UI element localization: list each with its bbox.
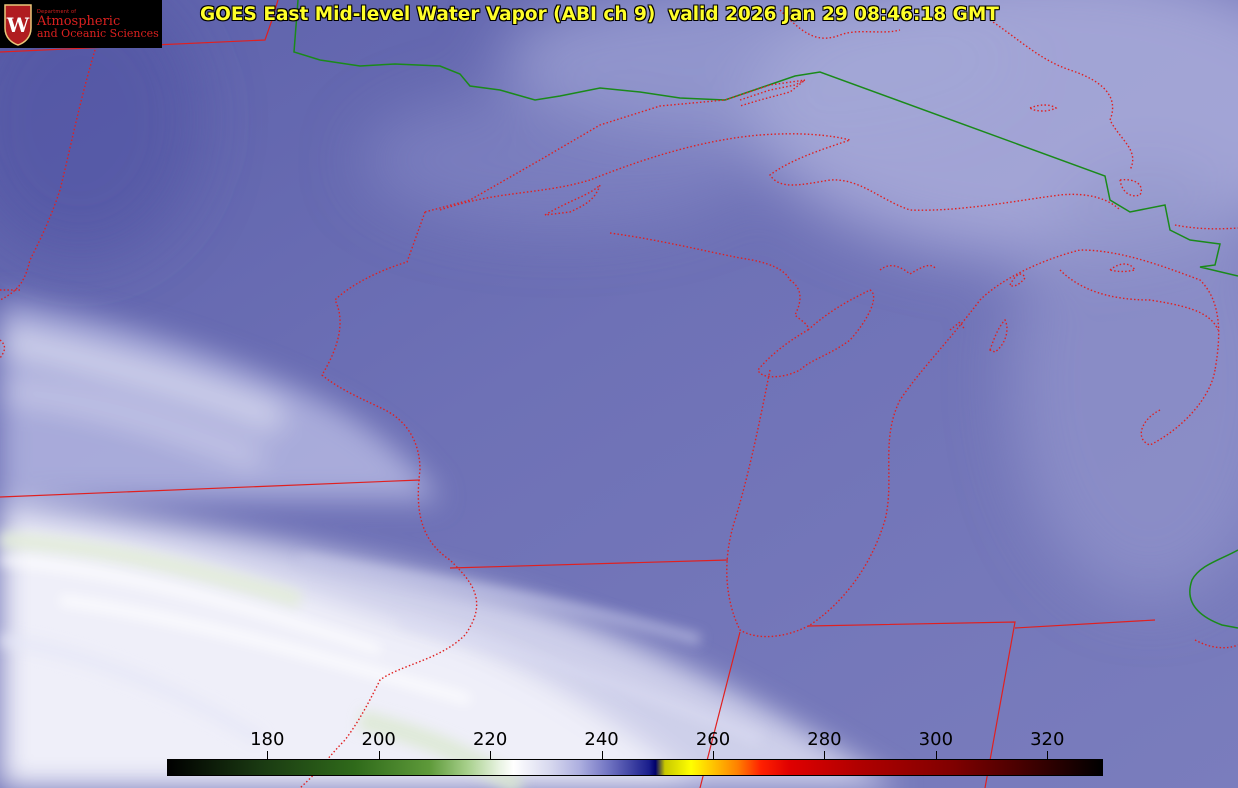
colorbar-tick-mark [379,751,380,759]
water-vapor-satellite-map: W Department of Atmospheric and Oceanic … [0,0,1238,788]
colorbar-tick-label: 300 [918,729,954,750]
logo-line-atmospheric: Atmospheric [37,13,121,29]
colorbar-tick-mark [490,751,491,759]
colorbar-tick-label: 180 [250,729,285,750]
colorbar-tick-mark [824,751,825,759]
logo-line-oceanic: and Oceanic Sciences [37,26,159,40]
colorbar-tick-label: 200 [361,729,396,750]
colorbar-tick-mark [936,751,937,759]
uw-aos-logo: W Department of Atmospheric and Oceanic … [0,0,162,48]
map-canvas [0,0,1238,788]
colorbar-tick-mark [602,751,603,759]
colorbar [167,759,1103,776]
uw-crest-letter: W [6,13,30,37]
colorbar-tick-label: 280 [807,729,842,750]
colorbar-tick-label: 320 [1030,729,1065,750]
colorbar-tick-mark [1047,751,1048,759]
colorbar-tick-label: 260 [695,729,731,750]
colorbar-tick-mark [713,751,714,759]
uw-crest-icon: W [4,4,32,46]
colorbar-tick-label: 220 [472,729,508,750]
map-title: GOES East Mid-level Water Vapor (ABI ch … [200,4,999,25]
logo-text: Department of Atmospheric and Oceanic Sc… [37,9,159,40]
colorbar-tick-label: 240 [584,729,619,750]
colorbar-tick-mark [267,751,268,759]
